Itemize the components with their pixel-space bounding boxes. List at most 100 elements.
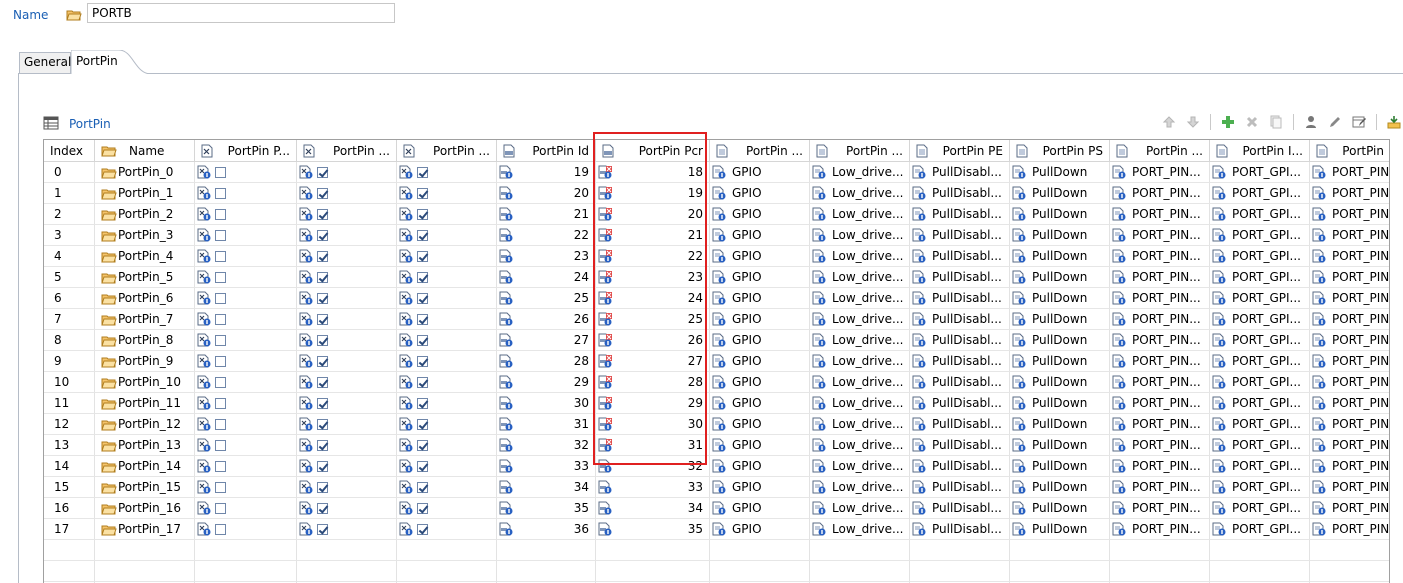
table-cell[interactable]: PORT_GPI... [1210,183,1310,204]
table-cell[interactable]: PORT_GPI... [1210,330,1310,351]
table-cell[interactable] [195,435,297,456]
table-cell[interactable]: PORT_PIN [1310,435,1389,456]
add-icon[interactable] [1219,113,1237,131]
table-cell[interactable] [397,498,497,519]
table-cell[interactable]: PullDown [1010,435,1110,456]
table-row[interactable]: 12 PortPin_12 31 30 GPIO Low_drive... PullDisa… [44,414,1389,435]
table-cell[interactable]: PortPin_13 [95,435,195,456]
table-row[interactable]: 7 PortPin_7 26 25 GPIO Low_drive... PullDisabl… [44,309,1389,330]
param-checkbox[interactable] [317,230,328,241]
param-checkbox[interactable] [417,398,428,409]
param-checkbox[interactable] [215,188,226,199]
table-cell[interactable]: PullDown [1010,330,1110,351]
table-cell[interactable]: PullDown [1010,456,1110,477]
table-cell[interactable]: PortPin_5 [95,267,195,288]
param-checkbox[interactable] [317,188,328,199]
table-cell[interactable]: 29 [596,393,710,414]
table-cell[interactable] [397,414,497,435]
table-cell[interactable]: PORT_PIN [1310,267,1389,288]
param-checkbox[interactable] [215,335,226,346]
table-cell[interactable]: Low_drive... [810,414,910,435]
table-cell[interactable] [297,477,397,498]
table-cell[interactable]: 33 [497,456,596,477]
param-checkbox[interactable] [215,167,226,178]
param-checkbox[interactable] [317,419,328,430]
table-cell[interactable]: PullDown [1010,267,1110,288]
table-cell[interactable] [195,246,297,267]
table-cell[interactable]: PORT_PIN [1310,477,1389,498]
table-cell[interactable]: PullDisabl... [910,288,1010,309]
table-cell[interactable]: GPIO [710,435,810,456]
table-row[interactable]: 13 PortPin_13 32 31 GPIO Low_drive... PullDisa… [44,435,1389,456]
table-cell[interactable] [297,519,397,540]
param-checkbox[interactable] [317,524,328,535]
table-cell[interactable] [195,162,297,183]
table-cell[interactable] [397,456,497,477]
param-checkbox[interactable] [215,524,226,535]
table-cell[interactable]: PORT_PIN [1310,351,1389,372]
table-cell[interactable]: PORT_GPI... [1210,435,1310,456]
column-header[interactable]: PortPin PS [1010,140,1110,162]
table-cell[interactable] [195,519,297,540]
table-cell[interactable]: PORT_PIN [1310,498,1389,519]
table-cell[interactable]: 36 [497,519,596,540]
table-cell[interactable]: 10 [44,372,95,393]
table-cell[interactable]: PORT_PIN... [1110,183,1210,204]
table-cell[interactable]: 7 [44,309,95,330]
table-cell[interactable] [397,372,497,393]
table-cell[interactable]: 30 [497,393,596,414]
table-cell[interactable]: 27 [596,351,710,372]
param-checkbox[interactable] [317,335,328,346]
table-cell[interactable] [195,225,297,246]
table-row[interactable]: 11 PortPin_11 30 29 GPIO Low_drive... PullDisa… [44,393,1389,414]
table-row[interactable]: 10 PortPin_10 29 28 GPIO Low_drive... PullDisa… [44,372,1389,393]
table-cell[interactable]: 11 [44,393,95,414]
param-checkbox[interactable] [317,209,328,220]
param-checkbox[interactable] [215,503,226,514]
table-cell[interactable]: PortPin_7 [95,309,195,330]
param-checkbox[interactable] [417,419,428,430]
table-cell[interactable]: Low_drive... [810,183,910,204]
param-checkbox[interactable] [417,377,428,388]
table-cell[interactable]: PullDown [1010,477,1110,498]
table-cell[interactable]: 22 [497,225,596,246]
param-checkbox[interactable] [317,251,328,262]
column-header[interactable]: Name [95,140,195,162]
table-cell[interactable]: PullDown [1010,162,1110,183]
table-cell[interactable]: PortPin_15 [95,477,195,498]
table-cell[interactable]: 21 [596,225,710,246]
table-cell[interactable]: PORT_PIN [1310,330,1389,351]
table-cell[interactable]: PullDown [1010,414,1110,435]
table-cell[interactable]: PortPin_16 [95,498,195,519]
param-checkbox[interactable] [215,461,226,472]
table-cell[interactable]: PORT_PIN... [1110,288,1210,309]
param-checkbox[interactable] [215,251,226,262]
table-cell[interactable]: 15 [44,477,95,498]
param-checkbox[interactable] [417,251,428,262]
table-cell[interactable]: GPIO [710,477,810,498]
table-cell[interactable]: PORT_PIN [1310,414,1389,435]
param-checkbox[interactable] [417,314,428,325]
table-cell[interactable]: 13 [44,435,95,456]
table-cell[interactable]: 8 [44,330,95,351]
table-cell[interactable] [397,267,497,288]
column-header[interactable]: PortPin ... [810,140,910,162]
arrow-down-icon[interactable] [1184,113,1202,131]
table-cell[interactable]: 1 [44,183,95,204]
table-cell[interactable]: GPIO [710,183,810,204]
table-row[interactable]: 6 PortPin_6 25 24 GPIO Low_drive... PullDisabl… [44,288,1389,309]
param-checkbox[interactable] [317,503,328,514]
import-icon[interactable] [1385,113,1403,131]
param-checkbox[interactable] [215,356,226,367]
table-cell[interactable]: PullDown [1010,393,1110,414]
table-cell[interactable]: PORT_GPI... [1210,267,1310,288]
table-cell[interactable]: PullDisabl... [910,183,1010,204]
table-cell[interactable]: GPIO [710,225,810,246]
table-row[interactable]: 8 PortPin_8 27 26 GPIO Low_drive... PullDisabl… [44,330,1389,351]
table-cell[interactable]: 29 [497,372,596,393]
param-checkbox[interactable] [417,230,428,241]
table-cell[interactable]: 31 [497,414,596,435]
table-cell[interactable]: Low_drive... [810,267,910,288]
param-checkbox[interactable] [215,440,226,451]
table-row[interactable]: 2 PortPin_2 21 20 GPIO Low_drive... PullDisabl… [44,204,1389,225]
